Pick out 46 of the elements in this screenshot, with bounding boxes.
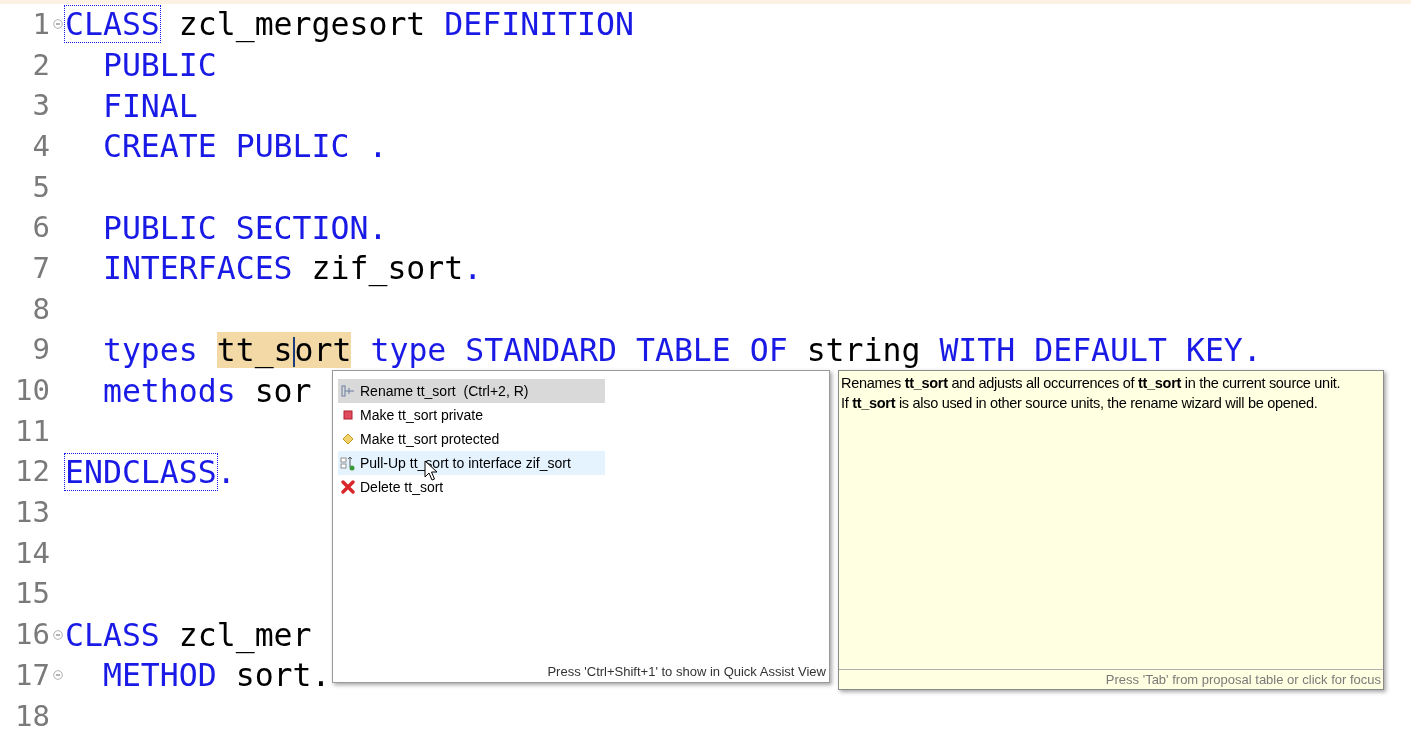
line-number: 14	[15, 538, 50, 568]
code-line: METHOD sort.	[101, 656, 331, 695]
rename-icon	[340, 383, 356, 399]
quick-assist-item[interactable]: Rename tt_sort (Ctrl+2, R)	[338, 379, 605, 403]
line-number: 10	[15, 376, 50, 406]
quick-assist-item[interactable]: Delete tt_sort	[338, 475, 605, 499]
line-number: 3	[32, 91, 50, 121]
code-line: ENDCLASS.	[65, 452, 236, 491]
line-number: 2	[32, 50, 50, 80]
info-hint: Press 'Tab' from proposal table or click for focus	[1105, 670, 1381, 689]
line-number: 9	[32, 335, 50, 365]
quick-assist-item[interactable]: Pull-Up tt_sort to interface zif_sort	[338, 451, 605, 475]
line-number: 16	[15, 620, 50, 650]
line-number: 4	[32, 131, 50, 161]
collapse-icon[interactable]	[52, 670, 63, 681]
delete-icon	[340, 479, 356, 495]
collapse-icon[interactable]	[52, 629, 63, 640]
code-line: types tt_sort type STANDARD TABLE OF string WITH DEFAULT KEY.	[101, 330, 1262, 369]
quick-assist-item[interactable]: Make tt_sort private	[338, 403, 605, 427]
code-line: CREATE PUBLIC .	[101, 127, 388, 166]
line-number: 5	[32, 172, 50, 202]
line-number: 17	[15, 660, 50, 690]
line-number: 7	[32, 253, 50, 283]
line-number: 12	[15, 457, 50, 487]
code-line: CLASS zcl_mergesort DEFINITION	[65, 5, 634, 44]
quick-assist-hint: Press 'Ctrl+Shift+1' to show in Quick Assist View	[547, 662, 826, 681]
code-line: FINAL	[101, 86, 198, 125]
line-number: 1	[32, 9, 50, 39]
quick-assist-item[interactable]: Make tt_sort protected	[338, 427, 605, 451]
line-number: 13	[15, 498, 50, 528]
code-line: PUBLIC	[101, 46, 217, 85]
diamond-icon	[340, 431, 356, 447]
line-number: 15	[15, 579, 50, 609]
square-icon	[340, 407, 356, 423]
code-line: CLASS zcl_mer	[65, 615, 312, 654]
pull-up-icon	[340, 455, 356, 471]
code-line: methods sor	[101, 371, 312, 410]
line-number: 8	[32, 294, 50, 324]
collapse-icon[interactable]	[52, 19, 63, 30]
line-number: 11	[15, 416, 50, 446]
info-text: Renames tt_sort and adjusts all occurrences of tt_sort in the current source unit.	[841, 374, 1342, 393]
code-line: INTERFACES zif_sort.	[101, 249, 483, 288]
line-number: 18	[15, 701, 50, 729]
info-text: If tt_sort is also used in other source units, the rename wizard will be opened.	[841, 394, 1319, 413]
line-number: 6	[32, 213, 50, 243]
code-line: PUBLIC SECTION.	[101, 208, 388, 247]
